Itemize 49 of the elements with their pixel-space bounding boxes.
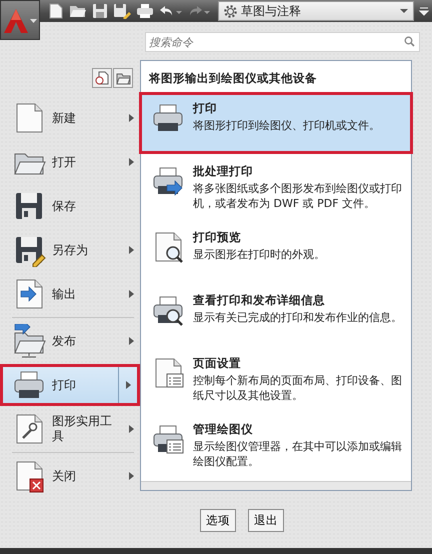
caret-icon <box>30 18 37 24</box>
gear-icon <box>223 4 238 18</box>
submenu-item[interactable]: 打印预览 显示图形在打印时的外观。 <box>141 223 411 281</box>
clock-document-icon <box>95 71 109 85</box>
menu-item[interactable]: 打印 <box>0 364 140 406</box>
workspace-dropdown[interactable]: 草图与注释 <box>218 1 414 21</box>
menu-item[interactable]: 关闭 <box>0 455 140 497</box>
item-title: 页面设置 <box>193 356 242 371</box>
item-title: 查看打印和发布详细信息 <box>193 293 326 308</box>
caret-icon <box>400 8 408 14</box>
submenu-item[interactable]: 页面设置 控制每个新布局的页面布局、打印设备、图纸尺寸以及其他设置。 <box>141 349 411 410</box>
submenu-item[interactable]: 管理绘图仪 显示绘图仪管理器，在其中可以添加或编辑绘图仪配置。 <box>141 415 411 476</box>
item-description: 显示有关已完成的打印和发布作业的信息。 <box>193 310 403 325</box>
search-field[interactable]: 搜索命令 <box>145 32 420 52</box>
save-icon[interactable] <box>92 3 108 19</box>
menu-item[interactable]: 图形实用工具 <box>0 408 140 450</box>
open-documents-button[interactable] <box>113 68 133 88</box>
item-description: 显示绘图仪管理器，在其中可以添加或编辑绘图仪配置。 <box>193 439 403 469</box>
item-description: 控制每个新布局的页面布局、打印设备、图纸尺寸以及其他设置。 <box>193 373 403 403</box>
submenu-item[interactable]: 打印 将图形打印到绘图仪、打印机或文件。 <box>141 94 411 152</box>
menu-item[interactable]: 输出 <box>0 273 140 315</box>
menu-item[interactable]: 保存 <box>0 185 140 227</box>
menu-item[interactable]: 新建 <box>0 97 140 139</box>
save-as-icon[interactable] <box>113 3 131 19</box>
item-title: 批处理打印 <box>193 164 254 179</box>
submenu-item[interactable]: 查看打印和发布详细信息 显示有关已完成的打印和发布作业的信息。 <box>141 286 411 344</box>
menu-item[interactable]: 另存为 <box>0 229 140 271</box>
dialog-button[interactable]: 选项 <box>200 509 236 532</box>
item-description: 显示图形在打印时的外观。 <box>193 247 326 262</box>
recent-documents-button[interactable] <box>92 68 112 88</box>
folder-icon <box>116 72 130 84</box>
submenu-item[interactable]: 批处理打印 将多张图纸或多个图形发布到绘图仪或打印机，或者发布为 DWF 或 PDF 文件。 <box>141 157 411 218</box>
item-description: 将图形打印到绘图仪、打印机或文件。 <box>193 118 381 133</box>
dialog-button[interactable]: 退出 <box>248 509 284 532</box>
logo-icon <box>3 8 29 34</box>
menu-item[interactable]: 打开 <box>0 141 140 183</box>
menu-item[interactable]: 发布 <box>0 320 140 362</box>
printer-icon[interactable] <box>136 3 154 19</box>
application-menu-button[interactable] <box>0 0 40 40</box>
item-title: 打印预览 <box>193 230 242 245</box>
search-icon <box>404 36 415 47</box>
customize-menu-icon[interactable] <box>419 6 429 16</box>
folder-arrow-icon <box>12 324 46 358</box>
item-description: 将多张图纸或多个图形发布到绘图仪或打印机，或者发布为 DWF 或 PDF 文件。 <box>193 181 403 211</box>
item-title: 打印 <box>193 101 218 116</box>
new-document-icon[interactable] <box>48 3 64 19</box>
panel-title: 将图形输出到绘图仪或其他设备 <box>148 70 318 87</box>
open-folder-icon[interactable] <box>69 3 87 19</box>
item-title: 管理绘图仪 <box>193 422 254 437</box>
